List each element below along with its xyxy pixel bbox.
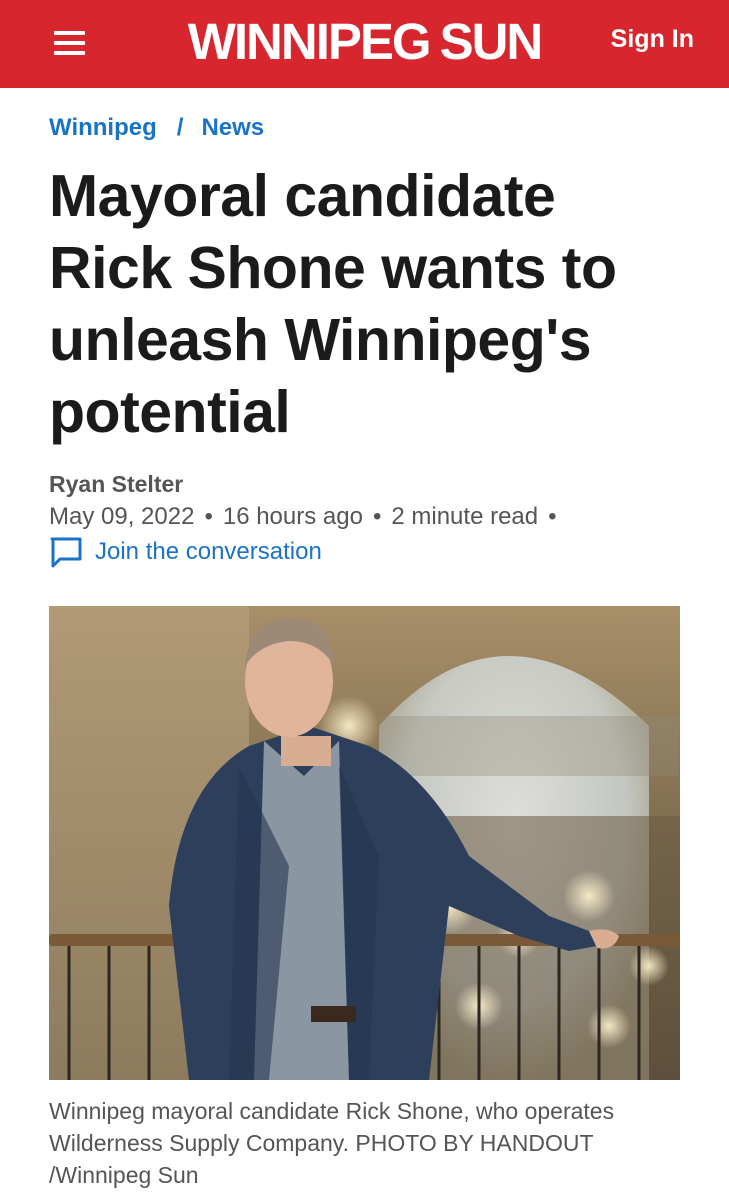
- join-conversation-link[interactable]: Join the conversation: [49, 535, 322, 569]
- meta-dot: •: [204, 503, 213, 530]
- speech-bubble-icon: [50, 537, 82, 568]
- article-headline: Mayoral candidate Rick Shone wants to un…: [49, 163, 617, 445]
- photo-caption: Winnipeg mayoral candidate Rick Shone, w…: [49, 1098, 615, 1188]
- article-photo[interactable]: [49, 606, 680, 1080]
- read-time: 2 minute read: [391, 503, 539, 530]
- logo-word-winnipeg: WINNIPEG: [187, 13, 432, 70]
- article-meta: May 09, 2022 • 16 hours ago • 2 minute read •: [49, 502, 567, 532]
- relative-time: 16 hours ago: [222, 503, 363, 530]
- breadcrumb-news[interactable]: News: [201, 114, 264, 141]
- photo-illustration: [49, 606, 680, 1080]
- meta-dot: •: [372, 503, 382, 530]
- breadcrumb-winnipeg[interactable]: Winnipeg: [49, 114, 157, 141]
- author-link[interactable]: Ryan Stelter: [49, 470, 183, 498]
- meta-dot: •: [548, 503, 557, 530]
- top-bar: WINNIPEG SUN Sign In: [0, 0, 729, 88]
- logo-word-sun: SUN: [439, 13, 544, 70]
- breadcrumb: Winnipeg / News: [49, 113, 264, 143]
- join-conversation-label: Join the conversation: [95, 538, 322, 565]
- breadcrumb-separator: /: [176, 114, 184, 141]
- publish-date: May 09, 2022: [49, 503, 195, 530]
- sign-in-link[interactable]: Sign In: [611, 24, 694, 54]
